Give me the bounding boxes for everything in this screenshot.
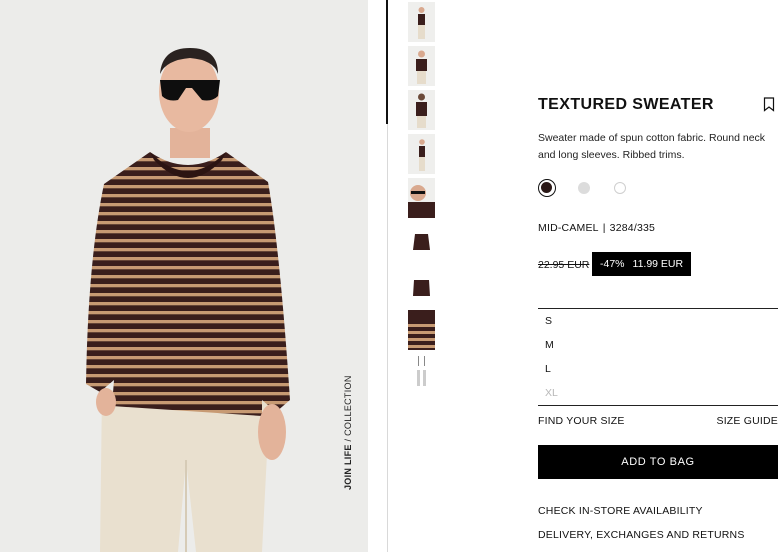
swatch-white[interactable] [611, 179, 629, 197]
color-name: MID-CAMEL [538, 222, 599, 234]
thumbnail-8[interactable] [408, 310, 435, 350]
size-option-s[interactable]: S [545, 315, 552, 327]
gallery-scrollbar[interactable] [386, 0, 388, 124]
find-your-size-link[interactable]: FIND YOUR SIZE [538, 415, 625, 427]
check-store-availability-link[interactable]: CHECK IN-STORE AVAILABILITY [538, 505, 703, 517]
thumbnail-9[interactable] [408, 354, 435, 394]
thumbnail-4[interactable] [408, 134, 435, 174]
size-guide-link[interactable]: SIZE GUIDE [716, 415, 778, 427]
size-list-top-divider [538, 308, 778, 309]
size-option-xl[interactable]: XL [545, 387, 558, 399]
thumbnail-7[interactable] [408, 266, 435, 306]
thumbnail-2[interactable] [408, 46, 435, 86]
thumbnail-6[interactable] [408, 222, 435, 262]
product-reference: 3284/335 [609, 222, 656, 234]
bookmark-icon[interactable] [763, 97, 775, 112]
thumbnail-3[interactable] [408, 90, 435, 130]
size-option-l[interactable]: L [545, 363, 551, 375]
swatch-dark-brown[interactable] [538, 179, 556, 197]
thumbnail-1[interactable] [408, 2, 435, 42]
size-list-bottom-divider [538, 405, 778, 406]
main-product-image[interactable]: JOIN LIFE / COLLECTION [0, 0, 368, 552]
discount-percent: -47% [600, 258, 625, 270]
size-option-m[interactable]: M [545, 339, 554, 351]
add-to-bag-button[interactable]: ADD TO BAG [538, 445, 778, 479]
product-title: TEXTURED SWEATER [538, 96, 714, 113]
product-description: Sweater made of spun cotton fabric. Roun… [538, 132, 766, 161]
color-reference: MID-CAMEL | 3284/335 [538, 222, 655, 234]
collection-tag: JOIN LIFE / COLLECTION [343, 375, 353, 490]
separator: | [602, 222, 606, 234]
model-illustration [86, 48, 290, 552]
swatch-light-grey[interactable] [575, 179, 593, 197]
delivery-returns-link[interactable]: DELIVERY, EXCHANGES AND RETURNS [538, 529, 745, 541]
sale-price-badge: -47% 11.99 EUR [592, 252, 691, 276]
thumbnail-5[interactable] [408, 178, 435, 218]
sale-price: 11.99 EUR [632, 258, 684, 270]
old-price: 22.95 EUR [538, 259, 590, 271]
